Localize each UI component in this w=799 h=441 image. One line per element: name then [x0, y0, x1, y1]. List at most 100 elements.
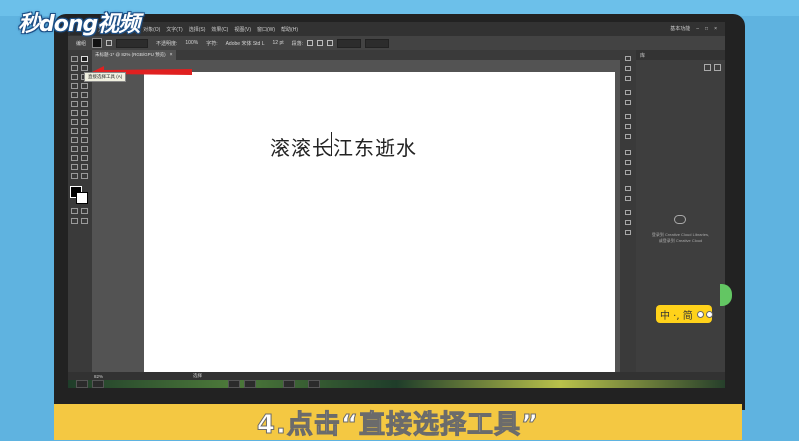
close-icon[interactable]: ×: [714, 26, 717, 32]
pathfinder-icon[interactable]: [625, 230, 631, 235]
rotate-tool-icon[interactable]: [71, 110, 78, 116]
lasso-tool-icon[interactable]: [81, 65, 88, 71]
hand-tool-icon[interactable]: [71, 173, 78, 179]
taskbar-app-icon[interactable]: [92, 380, 104, 388]
spacing-field[interactable]: [365, 38, 390, 48]
symbols-icon[interactable]: [625, 134, 631, 139]
zoom-tool-icon[interactable]: [81, 173, 88, 179]
list-view-icon[interactable]: [714, 64, 721, 71]
libraries-panel: 库 登录到 Creative Cloud Libraries, 或登录到 Cre…: [636, 50, 725, 372]
logo-text: 秒dong视频: [18, 12, 140, 37]
layers-icon[interactable]: [625, 76, 631, 81]
menu-bar: 文件(F) 编辑(E) 对象(O) 文字(T) 选择(S) 效果(C) 视图(V…: [68, 22, 725, 36]
symbol-sprayer-tool-icon[interactable]: [71, 155, 78, 161]
align-panel-icon[interactable]: [625, 220, 631, 225]
control-bar: 编组 不透明度: 100% 字符: Adobe 宋体 Std L 12 pt 段…: [68, 36, 725, 50]
tool-tooltip: 直接选择工具 (A): [84, 72, 127, 82]
maximize-icon[interactable]: □: [705, 26, 708, 32]
eyedropper-tool-icon[interactable]: [71, 146, 78, 152]
taskbar-app-icon[interactable]: [228, 380, 240, 388]
align-center-icon[interactable]: [317, 40, 324, 46]
eraser-tool-icon[interactable]: [81, 101, 88, 107]
tab-close-icon[interactable]: ×: [170, 52, 173, 58]
taskbar-app-icon[interactable]: [308, 380, 320, 388]
magic-wand-tool-icon[interactable]: [71, 65, 78, 71]
illustrator-window: 文件(F) 编辑(E) 对象(O) 文字(T) 选择(S) 效果(C) 视图(V…: [68, 22, 725, 388]
graphic-styles-icon[interactable]: [625, 196, 631, 201]
pencil-tool-icon[interactable]: [71, 101, 78, 107]
align-left-icon[interactable]: [307, 40, 314, 46]
transform-icon[interactable]: [625, 210, 631, 215]
color-mode-icon[interactable]: [71, 208, 78, 214]
opacity-value[interactable]: 100%: [185, 40, 198, 46]
menu-window[interactable]: 窗口(W): [257, 26, 275, 33]
appearance-icon[interactable]: [625, 186, 631, 191]
color-icon[interactable]: [625, 90, 631, 95]
panel-icon-strip: [620, 50, 636, 372]
swatches-icon[interactable]: [625, 114, 631, 119]
taskbar-app-icon[interactable]: [283, 380, 295, 388]
indent-field[interactable]: [337, 38, 362, 48]
current-tool-status: 选择: [193, 373, 203, 378]
char-label: 字符:: [206, 40, 218, 47]
menu-help[interactable]: 帮助(H): [281, 26, 298, 33]
menu-effect[interactable]: 效果(C): [211, 26, 228, 33]
grid-view-icon[interactable]: [704, 64, 711, 71]
workspace-switcher[interactable]: 基本功能: [670, 25, 690, 32]
slice-tool-icon[interactable]: [81, 164, 88, 170]
perspective-grid-tool-icon[interactable]: [81, 128, 88, 134]
menu-view[interactable]: 视图(V): [234, 26, 251, 33]
color-guide-icon[interactable]: [625, 100, 631, 105]
caption: 4.点击“直接选择工具”: [54, 404, 742, 440]
brushes-icon[interactable]: [625, 124, 631, 129]
artboard[interactable]: 滚滚长江东逝水: [144, 72, 615, 372]
rectangle-tool-icon[interactable]: [71, 92, 78, 98]
mesh-tool-icon[interactable]: [71, 137, 78, 143]
artboard-text[interactable]: 滚滚长江东逝水: [270, 132, 417, 161]
scale-tool-icon[interactable]: [81, 110, 88, 116]
ime-dots: [696, 310, 713, 318]
transparency-icon[interactable]: [625, 170, 631, 175]
free-transform-tool-icon[interactable]: [81, 119, 88, 125]
stroke-color-swatch[interactable]: [76, 192, 88, 204]
align-right-icon[interactable]: [327, 40, 334, 46]
pen-tool-icon[interactable]: [71, 74, 78, 80]
gradient-panel-icon[interactable]: [625, 160, 631, 165]
properties-icon[interactable]: [625, 66, 631, 71]
line-tool-icon[interactable]: [81, 83, 88, 89]
selection-tool-icon[interactable]: [71, 56, 78, 62]
minimize-icon[interactable]: –: [696, 26, 699, 32]
ime-label[interactable]: 中 ·, 简: [660, 307, 693, 322]
type-tool-icon[interactable]: [71, 83, 78, 89]
graph-tool-icon[interactable]: [81, 155, 88, 161]
font-size-field[interactable]: 12 pt: [273, 40, 284, 46]
menu-select[interactable]: 选择(S): [189, 26, 206, 33]
text-cursor: [331, 132, 332, 156]
width-tool-icon[interactable]: [71, 119, 78, 125]
font-field[interactable]: Adobe 宋体 Std L: [226, 40, 265, 47]
panel-options: [704, 64, 721, 71]
ime-toolbar[interactable]: 中 ·, 简: [656, 305, 713, 323]
none-color-icon[interactable]: [81, 208, 88, 214]
stroke-panel-icon[interactable]: [625, 150, 631, 155]
panel-tab-libraries[interactable]: 库: [640, 52, 645, 59]
menu-type[interactable]: 文字(T): [166, 26, 182, 33]
ime-emoji-icon[interactable]: [696, 310, 704, 318]
libraries-icon[interactable]: [625, 56, 631, 61]
paintbrush-tool-icon[interactable]: [81, 92, 88, 98]
gradient-tool-icon[interactable]: [81, 137, 88, 143]
artboard-tool-icon[interactable]: [71, 164, 78, 170]
direct-selection-tool-icon[interactable]: [81, 56, 88, 62]
shape-builder-tool-icon[interactable]: [71, 128, 78, 134]
screen-mode-icon[interactable]: [81, 218, 88, 224]
blend-tool-icon[interactable]: [81, 146, 88, 152]
menu-object[interactable]: 对象(O): [143, 26, 160, 33]
draw-mode-icon[interactable]: [71, 218, 78, 224]
cc-message-line2[interactable]: 或登录到 Creative Cloud: [636, 238, 725, 244]
ime-settings-icon[interactable]: [705, 310, 713, 318]
document-tab[interactable]: 未标题-1* @ 82% (RGB/GPU 预览) ×: [92, 50, 176, 60]
taskbar-app-icon[interactable]: [244, 380, 256, 388]
start-icon[interactable]: [76, 380, 88, 388]
canvas-area[interactable]: 滚滚长江东逝水: [92, 60, 645, 372]
zoom-level[interactable]: 82%: [94, 374, 103, 379]
